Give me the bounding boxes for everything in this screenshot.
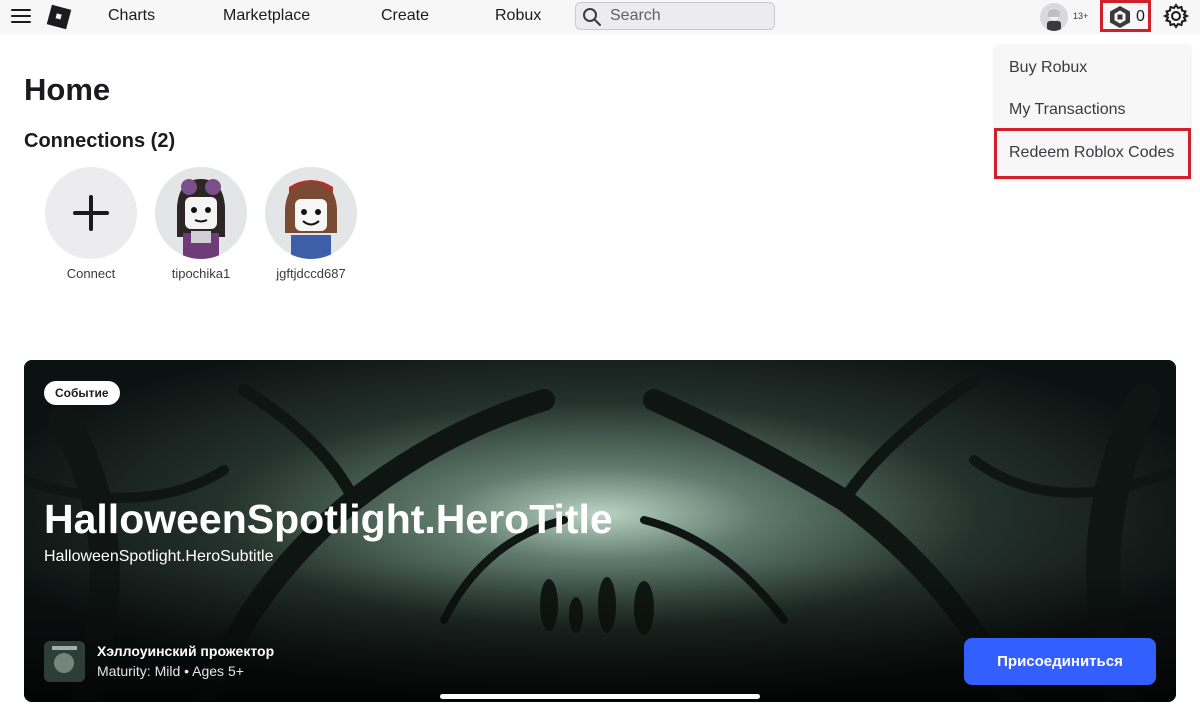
maturity-rating: Maturity: Mild • Ages 5+	[97, 663, 244, 679]
hero-subtitle: HalloweenSpotlight.HeroSubtitle	[44, 548, 274, 565]
age-badge: 13+	[1073, 11, 1089, 21]
hero-title: HalloweenSpotlight.HeroTitle	[44, 496, 613, 542]
connections-title: Connections (2)	[24, 130, 176, 152]
friend-tile[interactable]: jgftjdccd687	[265, 167, 357, 281]
robux-count: 0	[1136, 8, 1145, 25]
connect-label: Connect	[66, 266, 116, 281]
friend-tile[interactable]: tipochika1	[155, 167, 247, 281]
game-thumbnail[interactable]	[44, 641, 85, 682]
plus-icon	[73, 195, 109, 231]
nav-link-charts[interactable]: Charts	[108, 7, 155, 25]
highlight-box	[994, 128, 1191, 179]
friend-avatar	[265, 167, 357, 259]
roblox-logo-icon[interactable]	[44, 2, 74, 32]
friend-name: jgftjdccd687	[276, 266, 346, 281]
user-avatar[interactable]	[1040, 3, 1068, 31]
game-name[interactable]: Хэллоуинский прожектор	[97, 643, 274, 659]
search-bar	[575, 2, 775, 30]
nav-link-robux[interactable]: Robux	[495, 7, 541, 25]
robux-icon	[1110, 6, 1130, 28]
nav-link-create[interactable]: Create	[381, 7, 429, 25]
friend-avatar	[155, 167, 247, 259]
event-badge: Событие	[44, 381, 120, 405]
join-button[interactable]: Присоединиться	[964, 638, 1156, 685]
hero-banner[interactable]: Событие HalloweenSpotlight.HeroTitle Hal…	[24, 360, 1176, 702]
menu-item-buy-robux[interactable]: Buy Robux	[1009, 59, 1087, 77]
gear-icon[interactable]	[1163, 3, 1189, 29]
connect-circle	[45, 167, 137, 259]
search-icon	[583, 8, 601, 26]
hamburger-menu-icon[interactable]	[11, 9, 31, 25]
connect-button[interactable]: Connect	[45, 167, 137, 281]
home-indicator	[440, 694, 760, 699]
robux-balance-button[interactable]: 0	[1100, 0, 1151, 32]
page-title: Home	[24, 72, 111, 107]
nav-link-marketplace[interactable]: Marketplace	[223, 7, 310, 25]
top-navigation-bar: Charts Marketplace Create Robux 13+ 0	[0, 0, 1200, 34]
menu-item-my-transactions[interactable]: My Transactions	[1009, 101, 1125, 119]
search-input[interactable]	[610, 6, 770, 26]
friend-name: tipochika1	[171, 266, 231, 281]
